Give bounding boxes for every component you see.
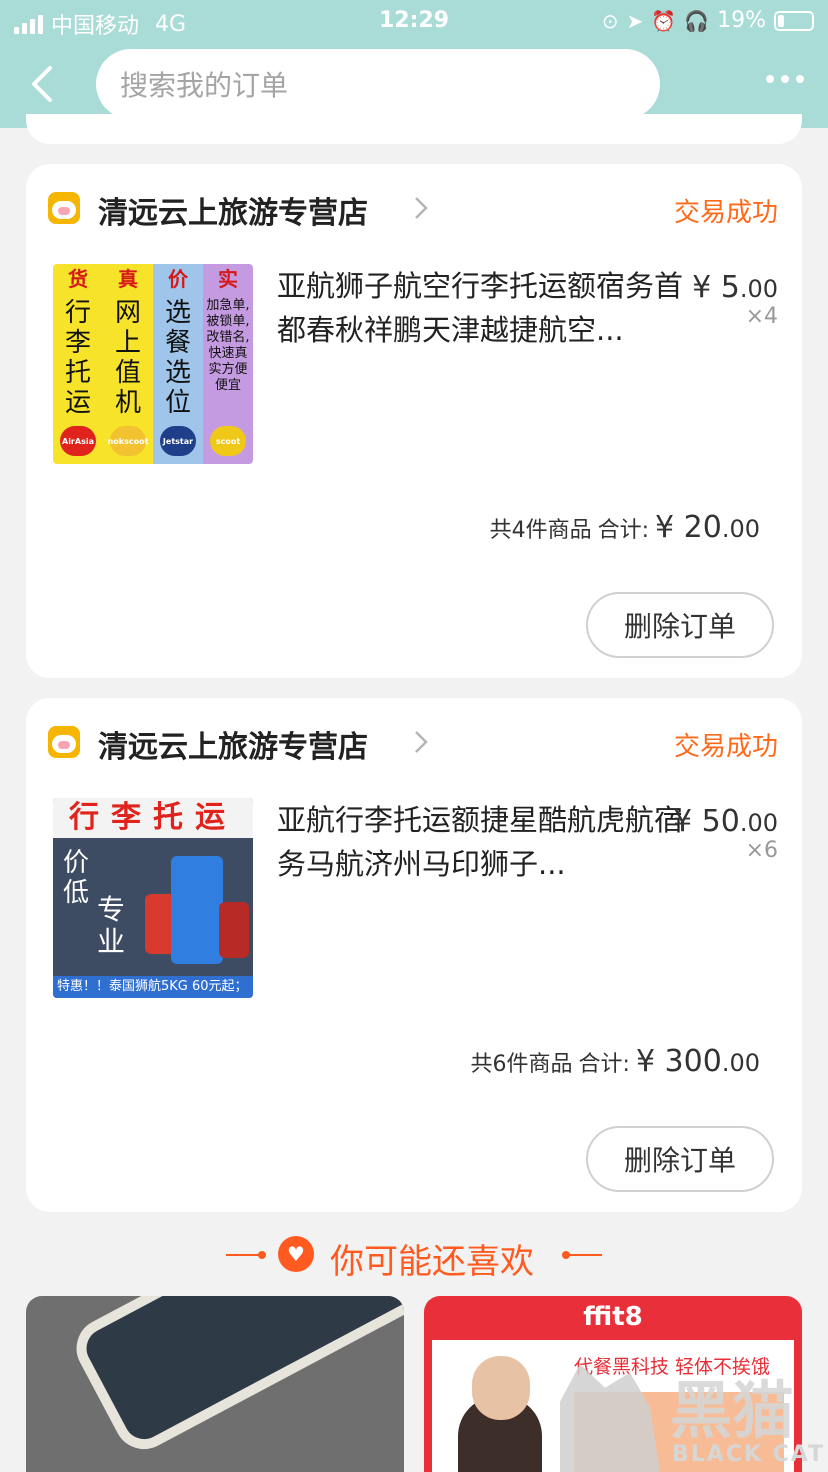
- product-thumbnail[interactable]: 行李托运 价低 专业 特惠！！泰国狮航5KG 60元起；: [53, 798, 253, 998]
- suitcase-image: [219, 902, 249, 958]
- airline-logo: Jetstar: [160, 426, 196, 456]
- product-title[interactable]: 亚航狮子航空行李托运额宿务首都春秋祥鹏天津越捷航空...: [277, 264, 687, 352]
- order-total: 共4件商品 合计: ¥ 20.00: [490, 510, 760, 545]
- back-arrow-icon[interactable]: [26, 62, 66, 106]
- order-status: 交易成功: [673, 732, 778, 762]
- airline-logo: AirAsia: [60, 426, 96, 456]
- headphones-icon: 🎧: [684, 8, 710, 33]
- watermark: 黑猫 BLACK CAT: [560, 1356, 828, 1472]
- order-card: 清远云上旅游专营店 交易成功 行李托运 价低 专业 特惠！！泰国狮航5KG 60…: [26, 698, 802, 1212]
- watermark-text: 黑猫: [670, 1374, 795, 1447]
- item-count: 共4件商品: [489, 518, 592, 543]
- cat-logo-icon: [560, 1364, 660, 1472]
- alarm-icon: ⏰: [651, 8, 677, 33]
- order-status: 交易成功: [673, 198, 778, 228]
- total-amount: ¥ 300.00: [635, 1044, 760, 1079]
- thumb-column-text: 加急单,被锁单,改错名,快速真实方便便宜: [206, 298, 250, 393]
- battery-percent: 19%: [717, 8, 766, 33]
- more-menu-icon[interactable]: [766, 75, 804, 83]
- store-logo-icon: [48, 192, 80, 224]
- product-price: ¥ 50.00: [673, 804, 778, 839]
- recommend-item[interactable]: [26, 1296, 404, 1472]
- person-face-image: [472, 1356, 530, 1420]
- battery-icon: [774, 10, 814, 31]
- item-count: 共6件商品: [470, 1052, 573, 1077]
- total-label: 合计:: [578, 1052, 630, 1077]
- thumb-column-tag: 价: [168, 267, 188, 291]
- store-name[interactable]: 清远云上旅游专营店: [98, 188, 368, 232]
- thumb-banner: 行李托运: [53, 798, 253, 838]
- thumb-footer: 特惠！！泰国狮航5KG 60元起；: [53, 976, 253, 998]
- suitcase-image: [171, 856, 223, 964]
- product-title[interactable]: 亚航行李托运额捷星酷航虎航宿务马航济州马印狮子...: [277, 798, 687, 886]
- thumb-column-tag: 货: [68, 267, 88, 291]
- previous-order-card: [26, 114, 802, 144]
- delete-order-button[interactable]: 删除订单: [586, 592, 774, 658]
- thumb-text-price: 价低: [63, 848, 90, 908]
- thumb-column: 真 网上值机 nokscoot: [103, 264, 153, 464]
- thumb-column-text: 行李托运: [64, 298, 91, 418]
- thumb-text-pro: 专业: [97, 893, 126, 958]
- phone-case-image: [66, 1296, 404, 1460]
- thumb-column: 价 选餐选位 Jetstar: [153, 264, 203, 464]
- chevron-right-icon[interactable]: [412, 194, 430, 222]
- product-price: ¥ 5.00: [692, 270, 778, 305]
- lock-rotation-icon: ⊙: [601, 8, 619, 33]
- store-row[interactable]: 清远云上旅游专营店 交易成功: [26, 698, 802, 786]
- product-thumbnail[interactable]: 货 行李托运 AirAsia 真 网上值机 nokscoot 价 选餐选位 Je…: [53, 264, 253, 464]
- heart-icon: ♥: [278, 1236, 314, 1272]
- order-total: 共6件商品 合计: ¥ 300.00: [471, 1044, 760, 1079]
- order-card: 清远云上旅游专营店 交易成功 货 行李托运 AirAsia 真 网上值机 nok…: [26, 164, 802, 678]
- location-icon: ➤: [626, 8, 644, 33]
- total-label: 合计:: [597, 518, 650, 543]
- status-bar: 中国移动 4G 12:29 ⊙ ➤ ⏰ 🎧 19%: [0, 0, 828, 42]
- search-placeholder: 搜索我的订单: [120, 69, 289, 102]
- total-amount: ¥ 20.00: [655, 510, 760, 545]
- top-bar: 中国移动 4G 12:29 ⊙ ➤ ⏰ 🎧 19% 搜索我的订单: [0, 0, 828, 128]
- recommend-header: ♥ 你可能还喜欢: [0, 1230, 828, 1282]
- status-right: ⊙ ➤ ⏰ 🎧 19%: [602, 8, 814, 33]
- recommend-title: 你可能还喜欢: [330, 1242, 534, 1282]
- thumb-column-text: 网上值机: [114, 298, 141, 418]
- product-quantity: ×6: [745, 838, 778, 863]
- chevron-right-icon[interactable]: [412, 728, 430, 756]
- delete-order-button[interactable]: 删除订单: [586, 1126, 774, 1192]
- product-quantity: ×4: [745, 304, 778, 329]
- recommend-brand: ffit8: [583, 1302, 643, 1332]
- thumb-column: 货 行李托运 AirAsia: [53, 264, 103, 464]
- store-logo-icon: [48, 726, 80, 758]
- search-input[interactable]: 搜索我的订单: [96, 49, 660, 119]
- thumb-column-tag: 实: [218, 267, 238, 291]
- store-row[interactable]: 清远云上旅游专营店 交易成功: [26, 164, 802, 252]
- thumb-column-text: 选餐选位: [164, 298, 191, 418]
- watermark-subtext: BLACK CAT: [672, 1442, 826, 1467]
- airline-logo: scoot: [210, 426, 246, 456]
- store-name[interactable]: 清远云上旅游专营店: [98, 722, 368, 766]
- thumb-column: 实 加急单,被锁单,改错名,快速真实方便便宜 scoot: [203, 264, 253, 464]
- airline-logo: nokscoot: [108, 426, 148, 456]
- thumb-column-tag: 真: [118, 267, 138, 291]
